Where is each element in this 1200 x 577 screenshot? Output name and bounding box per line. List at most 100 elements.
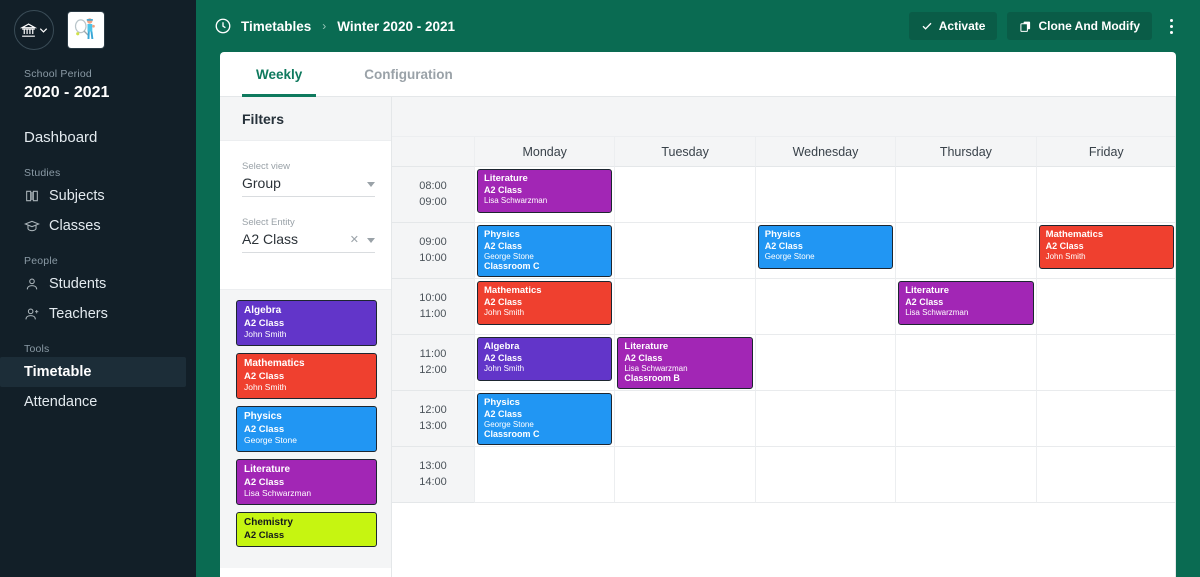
school-period-value: 2020 - 2021 [0,84,196,102]
calendar-slot[interactable]: PhysicsA2 ClassGeorge StoneClassroom C [474,223,614,279]
tab-weekly[interactable]: Weekly [242,52,316,97]
calendar-slot[interactable]: LiteratureA2 ClassLisa SchwarzmanClassro… [614,335,754,391]
calendar-slot[interactable] [895,223,1035,279]
calendar-slot[interactable] [755,279,895,335]
event-room: Classroom C [484,429,606,440]
calendar-event[interactable]: LiteratureA2 ClassLisa SchwarzmanClassro… [617,337,752,389]
calendar-slot[interactable]: PhysicsA2 ClassGeorge Stone [755,223,895,279]
calendar-slot[interactable]: LiteratureA2 ClassLisa Schwarzman [474,167,614,223]
sidebar-item-label: Subjects [49,188,105,204]
chevron-down-icon[interactable] [367,182,375,187]
calendar-slot[interactable] [895,167,1035,223]
event-teacher: John Smith [484,364,606,374]
sidebar-group-tools: Tools Timetable Attendance [0,343,196,417]
event-subtitle: A2 Class [484,241,606,252]
close-icon[interactable]: ✕ [350,233,359,247]
sidebar-item-attendance[interactable]: Attendance [0,387,196,417]
sidebar-item-label: Dashboard [24,129,97,146]
calendar-event[interactable]: PhysicsA2 ClassGeorge StoneClassroom C [477,393,612,445]
list-item[interactable]: Literature A2 Class Lisa Schwarzman [236,459,377,505]
calendar-event[interactable]: MathematicsA2 ClassJohn Smith [1039,225,1174,269]
sidebar-item-timetable[interactable]: Timetable [0,357,186,387]
tab-configuration[interactable]: Configuration [350,52,466,97]
calendar-slot[interactable] [755,335,895,391]
sidebar-header [0,0,196,50]
calendar-event[interactable]: LiteratureA2 ClassLisa Schwarzman [477,169,612,213]
legend-title: Algebra [244,305,369,318]
calendar-slot[interactable] [1036,447,1176,503]
list-item[interactable]: Algebra A2 Class John Smith [236,300,377,346]
calendar-slot[interactable] [755,167,895,223]
event-title: Literature [905,285,1027,297]
calendar-slot[interactable]: PhysicsA2 ClassGeorge StoneClassroom C [474,391,614,447]
calendar-slot[interactable] [474,447,614,503]
breadcrumb-root[interactable]: Timetables [241,19,311,34]
activate-button-label: Activate [939,19,986,33]
sidebar-item-dashboard[interactable]: Dashboard [0,122,196,153]
chevron-down-icon[interactable] [367,238,375,243]
sidebar-item-label: Students [49,276,106,292]
calendar-slot[interactable]: MathematicsA2 ClassJohn Smith [474,279,614,335]
calendar-slot[interactable] [895,391,1035,447]
select-entity-control[interactable]: A2 Class ✕ [242,231,375,253]
calendar-slot[interactable] [755,447,895,503]
select-view-control[interactable]: Group [242,175,375,197]
event-subtitle: A2 Class [484,185,606,196]
time-label: 13:0014:00 [392,447,474,503]
event-teacher: George Stone [484,420,606,430]
calendar-slot[interactable] [755,391,895,447]
calendar-slot[interactable] [614,223,754,279]
clone-and-modify-button[interactable]: Clone And Modify [1007,12,1152,40]
sidebar-item-subjects[interactable]: Subjects [0,181,196,211]
activate-button[interactable]: Activate [909,12,998,40]
calendar-slot[interactable] [1036,335,1176,391]
filters-title: Filters [220,97,391,141]
calendar-event[interactable]: PhysicsA2 ClassGeorge Stone [758,225,893,269]
legend-meta: George Stone [244,435,369,446]
event-teacher: George Stone [484,252,606,262]
calendar-event[interactable]: AlgebraA2 ClassJohn Smith [477,337,612,381]
list-item[interactable]: Chemistry A2 Class [236,512,377,547]
avatar[interactable] [68,12,104,48]
org-switcher[interactable] [14,10,54,50]
top-bar: Timetables › Winter 2020 - 2021 Activate… [196,0,1200,52]
calendar-slot[interactable]: MathematicsA2 ClassJohn Smith [1036,223,1176,279]
sidebar-item-teachers[interactable]: Teachers [0,299,196,329]
calendar-slot[interactable]: LiteratureA2 ClassLisa Schwarzman [895,279,1035,335]
chevron-down-icon [38,25,49,36]
legend-title: Mathematics [244,358,369,371]
event-title: Literature [484,173,606,185]
event-room: Classroom B [624,373,746,384]
event-subtitle: A2 Class [624,353,746,364]
calendar-event[interactable]: LiteratureA2 ClassLisa Schwarzman [898,281,1033,325]
time-label: 09:0010:00 [392,223,474,279]
calendar-slot[interactable] [895,335,1035,391]
calendar-event[interactable]: PhysicsA2 ClassGeorge StoneClassroom C [477,225,612,277]
calendar-slot[interactable] [895,447,1035,503]
day-header-friday: Friday [1036,137,1176,167]
calendar-slot[interactable] [614,391,754,447]
event-subtitle: A2 Class [905,297,1027,308]
event-title: Physics [484,229,606,241]
calendar-slot[interactable] [614,447,754,503]
sidebar-item-label: Teachers [49,306,108,322]
sidebar-item-students[interactable]: Students [0,269,196,299]
calendar-grid: MondayTuesdayWednesdayThursdayFriday08:0… [392,137,1176,503]
calendar-slot[interactable] [614,279,754,335]
list-item[interactable]: Physics A2 Class George Stone [236,406,377,452]
select-view-label: Select view [242,161,375,172]
time-label: 11:0012:00 [392,335,474,391]
calendar-slot[interactable] [614,167,754,223]
calendar-slot[interactable] [1036,279,1176,335]
calendar-slot[interactable]: AlgebraA2 ClassJohn Smith [474,335,614,391]
legend-title: Chemistry [244,517,369,530]
sidebar-group-studies: Studies Subjects Classes [0,167,196,241]
calendar-slot[interactable] [1036,167,1176,223]
list-item[interactable]: Mathematics A2 Class John Smith [236,353,377,399]
calendar-event[interactable]: MathematicsA2 ClassJohn Smith [477,281,612,325]
sidebar-item-classes[interactable]: Classes [0,211,196,241]
more-vertical-icon[interactable] [1158,12,1184,40]
calendar-slot[interactable] [1036,391,1176,447]
select-entity-field: Select Entity A2 Class ✕ [242,217,375,253]
card-body: Filters Select view Group Select Entity … [220,97,1176,577]
